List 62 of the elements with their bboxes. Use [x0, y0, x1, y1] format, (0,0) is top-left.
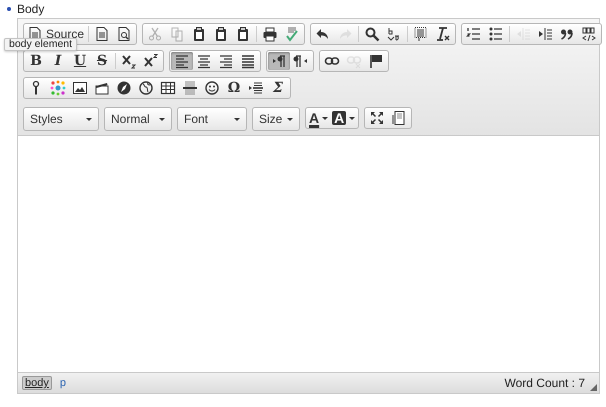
align-right-icon — [218, 53, 234, 69]
caret-icon — [234, 118, 240, 120]
subscript-icon — [121, 53, 137, 69]
bulleted-list-icon — [488, 26, 504, 42]
table-icon — [160, 80, 176, 96]
caret-icon — [322, 116, 328, 120]
caret-icon — [349, 116, 356, 120]
right-to-left-icon — [293, 53, 309, 69]
indent-icon — [537, 26, 554, 42]
dropdown[interactable]: Normal — [104, 107, 172, 131]
select-all-icon — [413, 26, 430, 42]
outdent-icon — [515, 26, 532, 42]
toolbar-button[interactable]: I — [47, 52, 69, 70]
clear-format-icon — [435, 26, 452, 42]
caret-icon — [287, 118, 293, 120]
numbered-list-icon — [466, 26, 482, 42]
dropdown[interactable]: Size — [252, 107, 300, 131]
toolbar-button[interactable] — [171, 52, 193, 70]
clapperboard-icon — [94, 80, 110, 96]
color-button[interactable]: A — [307, 109, 330, 127]
align-left-icon — [174, 53, 190, 69]
scissors-icon — [147, 26, 164, 42]
show-blocks-icon — [391, 110, 408, 126]
compass-icon — [116, 80, 132, 96]
smiley-icon — [204, 80, 220, 96]
spellcheck-icon — [284, 26, 300, 42]
flag-icon — [368, 53, 384, 69]
toolbar-button[interactable]: Σ — [267, 79, 289, 97]
toolbar-button[interactable]: B — [25, 52, 47, 70]
resize-grip-icon[interactable] — [590, 384, 597, 391]
toolbar-button[interactable]: S — [91, 52, 113, 70]
toolbar-button[interactable] — [268, 52, 290, 70]
tooltip: body element — [4, 38, 78, 51]
colorful-dots-icon — [50, 80, 66, 96]
document-icon — [94, 26, 110, 42]
caret-icon — [159, 118, 165, 120]
path-link[interactable]: body — [22, 376, 52, 390]
horizontal-rule-icon — [182, 80, 198, 96]
page-break-icon — [248, 80, 264, 96]
document-search-icon — [116, 26, 132, 42]
dropdown[interactable]: Styles — [23, 107, 99, 131]
div-container-icon — [581, 26, 598, 42]
justify-icon — [240, 53, 256, 69]
search-icon — [364, 26, 380, 42]
dropdown[interactable]: Font — [177, 107, 247, 131]
caret-icon — [86, 118, 92, 120]
superscript-icon — [143, 53, 159, 69]
left-to-right-icon — [271, 53, 287, 69]
align-center-icon — [196, 53, 212, 69]
color-button[interactable]: A — [330, 109, 358, 127]
toolbar-button[interactable]: Ω — [223, 79, 245, 97]
toolbar-button[interactable]: U — [69, 52, 91, 70]
globe-icon — [138, 80, 154, 96]
copy-icon — [169, 26, 186, 42]
maximize-icon — [369, 110, 386, 126]
unlink-icon — [346, 53, 362, 69]
bullet-icon — [7, 7, 11, 11]
field-label: Body — [17, 2, 44, 16]
image-icon — [72, 80, 88, 96]
printer-icon — [262, 26, 278, 42]
word-count: Word Count : 7 — [504, 376, 585, 390]
path-link[interactable]: p — [58, 377, 68, 389]
